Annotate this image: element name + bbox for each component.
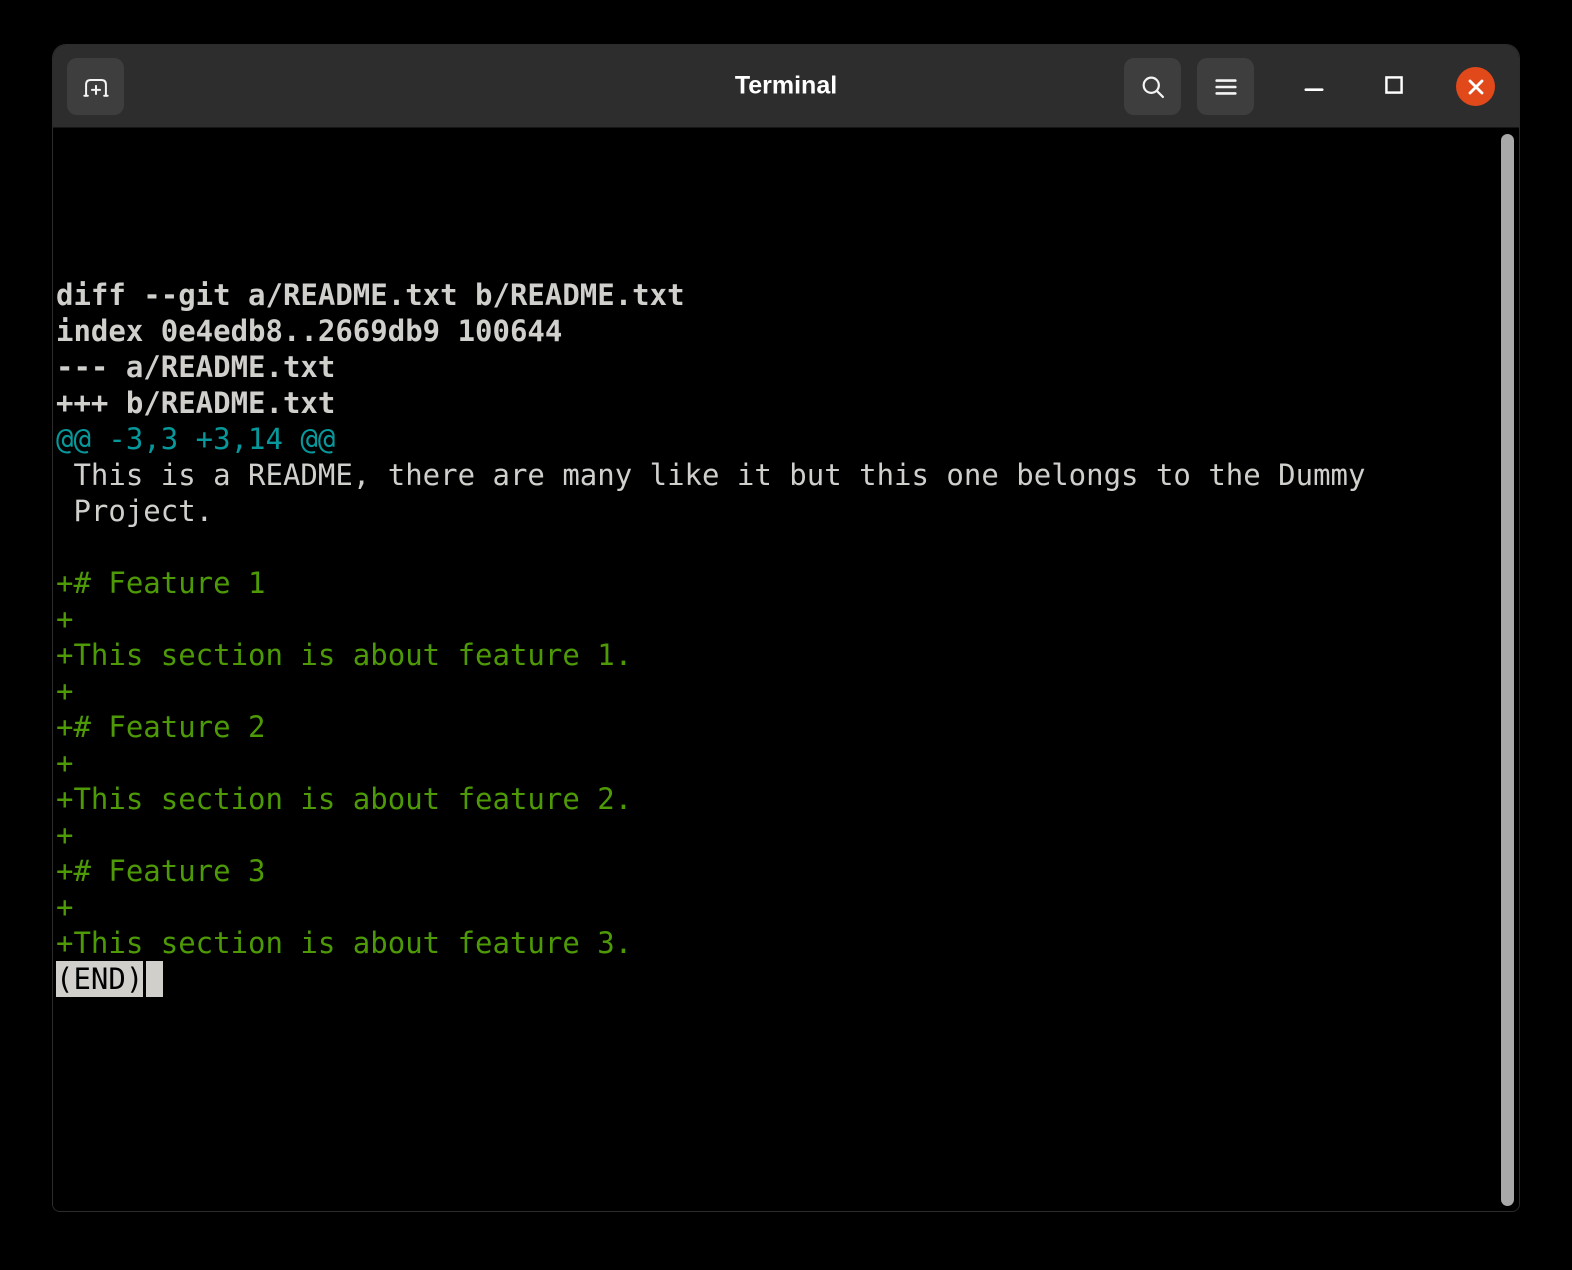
terminal-line: Project. [56,494,214,528]
terminal-screen[interactable]: diff --git a/README.txt b/README.txt inde… [53,129,1519,1211]
search-icon [1139,73,1167,101]
close-button[interactable] [1447,58,1504,115]
pager-end-indicator: (END) [56,961,144,997]
search-button[interactable] [1124,58,1181,115]
terminal-line: +This section is about feature 1. [56,638,633,672]
titlebar[interactable]: Terminal [53,45,1519,128]
terminal-line: + [56,746,74,780]
terminal-line: +# Feature 2 [56,710,266,744]
terminal-line: + [56,890,74,924]
terminal-window: Terminal diff --git a/README.txt b/READM… [52,44,1520,1212]
terminal-line: --- a/README.txt [56,350,336,384]
terminal-line: + [56,674,74,708]
terminal-line: index 0e4edb8..2669db9 100644 [56,314,563,348]
terminal-line: +This section is about feature 3. [56,926,633,960]
terminal-line: +++ b/README.txt [56,386,336,420]
window-title: Terminal [734,71,838,100]
new-tab-icon [82,73,110,101]
terminal-line: @@ -3,3 +3,14 @@ [56,422,336,456]
terminal-output: diff --git a/README.txt b/README.txt inde… [56,277,1519,997]
terminal-line: +This section is about feature 2. [56,782,633,816]
hamburger-menu-icon [1212,73,1240,101]
minimize-icon [1300,71,1328,102]
new-tab-button[interactable] [67,58,124,115]
terminal-cursor [146,961,164,997]
maximize-icon [1380,71,1408,102]
terminal-line: +# Feature 1 [56,566,266,600]
terminal-line: This is a README, there are many like it… [56,458,1366,492]
terminal-line: (END) [56,961,1519,997]
terminal-line: +# Feature 3 [56,854,266,888]
scrollbar-thumb[interactable] [1501,134,1514,1206]
terminal-line: + [56,818,74,852]
maximize-button[interactable] [1365,58,1422,115]
terminal-line: diff --git a/README.txt b/README.txt [56,278,685,312]
menu-button[interactable] [1197,58,1254,115]
close-icon [1456,67,1495,106]
minimize-button[interactable] [1285,58,1342,115]
terminal-line: + [56,602,74,636]
